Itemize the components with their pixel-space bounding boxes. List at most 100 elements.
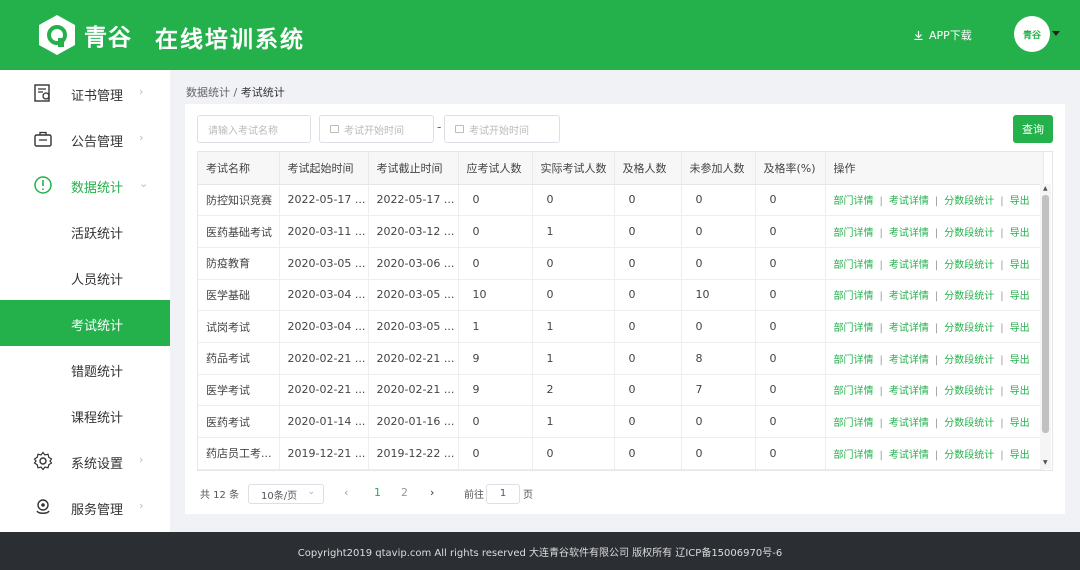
table-cell: 1 (532, 310, 615, 343)
score-range-link[interactable]: 分数段统计 (944, 450, 994, 461)
score-range-link[interactable]: 分数段统计 (944, 260, 994, 271)
score-range-link[interactable]: 分数段统计 (944, 196, 994, 207)
dept-detail-link[interactable]: 部门详情 (834, 386, 874, 397)
table-cell: 1 (532, 405, 615, 438)
action-separator: | (934, 354, 939, 366)
sidebar-item-label: 公告管理 (71, 135, 124, 150)
export-link[interactable]: 导出 (1010, 291, 1030, 302)
export-link[interactable]: 导出 (1010, 418, 1030, 429)
exam-detail-link[interactable]: 考试详情 (889, 355, 929, 366)
row-actions: 部门详情 | 考试详情 | 分数段统计 | 导出 (825, 405, 1044, 438)
score-range-link[interactable]: 分数段统计 (944, 418, 994, 429)
action-separator: | (879, 323, 883, 335)
score-range-link[interactable]: 分数段统计 (944, 291, 994, 302)
action-separator: | (1000, 323, 1004, 335)
prev-page-button[interactable]: ‹ (344, 486, 348, 499)
table-cell: 2020-03-11 ... (279, 215, 369, 248)
exam-detail-link[interactable]: 考试详情 (889, 228, 929, 239)
dept-detail-link[interactable]: 部门详情 (834, 196, 874, 207)
dept-detail-link[interactable]: 部门详情 (834, 418, 874, 429)
dept-detail-link[interactable]: 部门详情 (834, 228, 874, 239)
page-1-button[interactable]: 1 (374, 486, 381, 499)
app-download-link[interactable]: APP下载 (914, 27, 972, 43)
scroll-down-icon[interactable]: ▼ (1043, 459, 1048, 466)
sidebar-item-wrong-question-stats[interactable]: 错题统计 (0, 346, 170, 392)
sidebar-item-certificates[interactable]: 证书管理 › (0, 70, 170, 116)
export-link[interactable]: 导出 (1010, 450, 1030, 461)
sidebar-item-announcements[interactable]: 公告管理 › (0, 116, 170, 162)
sidebar-item-service[interactable]: 服务管理 › (0, 484, 170, 530)
action-separator: | (879, 291, 883, 303)
table-cell: 2020-02-21 ... (279, 342, 369, 375)
table-row: 医学基础 2020-03-04 ... 2020-03-05 ... 10 0 0 10 0 部… (198, 279, 1044, 312)
column-header: 考试名称 (198, 152, 280, 185)
exam-detail-link[interactable]: 考试详情 (889, 418, 929, 429)
exam-detail-link[interactable]: 考试详情 (889, 291, 929, 302)
chevron-right-icon: › (139, 85, 144, 98)
table-cell: 0 (532, 279, 615, 312)
stats-icon (34, 176, 52, 194)
chevron-down-icon: ⌄ (307, 487, 315, 497)
goto-page-input[interactable]: 1 (486, 484, 520, 504)
system-title: 在线培训系统 (155, 27, 305, 53)
next-page-button[interactable]: › (430, 486, 434, 499)
footer: Copyright2019 qtavip.com All rights rese… (0, 532, 1080, 570)
table-cell: 0 (532, 184, 615, 217)
dept-detail-link[interactable]: 部门详情 (834, 355, 874, 366)
exam-detail-link[interactable]: 考试详情 (889, 260, 929, 271)
exam-detail-link[interactable]: 考试详情 (889, 323, 929, 334)
dept-detail-link[interactable]: 部门详情 (834, 260, 874, 271)
breadcrumb-parent[interactable]: 数据统计 (186, 86, 230, 99)
avatar[interactable]: 青谷 (1014, 16, 1050, 52)
page-2-button[interactable]: 2 (401, 486, 408, 499)
exam-detail-link[interactable]: 考试详情 (889, 196, 929, 207)
export-link[interactable]: 导出 (1010, 260, 1030, 271)
copyright-text: Copyright2019 qtavip.com All rights rese… (297, 547, 783, 559)
table-cell: 医药基础考试 (198, 215, 280, 248)
table-cell: 0 (755, 342, 826, 375)
score-range-link[interactable]: 分数段统计 (944, 386, 994, 397)
sidebar-item-exam-stats[interactable]: 考试统计 (0, 300, 170, 346)
table-cell: 0 (614, 310, 682, 343)
dept-detail-link[interactable]: 部门详情 (834, 450, 874, 461)
end-date-picker[interactable]: 考试开始时间 (444, 115, 560, 143)
export-link[interactable]: 导出 (1010, 323, 1030, 334)
score-range-link[interactable]: 分数段统计 (944, 228, 994, 239)
exam-detail-link[interactable]: 考试详情 (889, 386, 929, 397)
download-icon (914, 30, 923, 40)
sidebar-item-course-stats[interactable]: 课程统计 (0, 392, 170, 438)
exam-detail-link[interactable]: 考试详情 (889, 450, 929, 461)
scrollbar-thumb[interactable] (1042, 195, 1049, 433)
table-cell: 0 (755, 215, 826, 248)
exam-name-input[interactable]: 请输入考试名称 (197, 115, 311, 143)
total-count: 共 12 条 (200, 490, 240, 501)
query-button[interactable]: 查询 (1013, 115, 1053, 143)
sidebar-item-staff-stats[interactable]: 人员统计 (0, 254, 170, 300)
scroll-up-icon[interactable]: ▲ (1043, 185, 1048, 192)
export-link[interactable]: 导出 (1010, 228, 1030, 239)
service-icon (36, 499, 50, 514)
table-cell: 2020-03-04 ... (279, 310, 369, 343)
caret-down-icon[interactable] (1052, 31, 1060, 36)
page-size-value: 10条/页 (261, 490, 298, 502)
dept-detail-link[interactable]: 部门详情 (834, 291, 874, 302)
sidebar-item-statistics[interactable]: 数据统计 ⌄ (0, 162, 170, 208)
breadcrumb: 数据统计 / 考试统计 (186, 84, 285, 100)
export-link[interactable]: 导出 (1010, 355, 1030, 366)
export-link[interactable]: 导出 (1010, 196, 1030, 207)
table-cell: 2020-03-05 ... (368, 310, 459, 343)
start-date-picker[interactable]: 考试开始时间 (319, 115, 434, 143)
table-cell: 2020-01-16 ... (368, 405, 459, 438)
page-size-select[interactable]: 10条/页 ⌄ (248, 484, 324, 504)
action-separator: | (934, 228, 939, 240)
breadcrumb-current: 考试统计 (240, 86, 285, 99)
table-cell: 10 (458, 279, 533, 312)
chevron-right-icon: › (139, 131, 144, 144)
sidebar-item-settings[interactable]: 系统设置 › (0, 438, 170, 484)
dept-detail-link[interactable]: 部门详情 (834, 323, 874, 334)
export-link[interactable]: 导出 (1010, 386, 1030, 397)
score-range-link[interactable]: 分数段统计 (944, 355, 994, 366)
table-cell: 0 (755, 405, 826, 438)
sidebar-item-active-stats[interactable]: 活跃统计 (0, 208, 170, 254)
score-range-link[interactable]: 分数段统计 (944, 323, 994, 334)
